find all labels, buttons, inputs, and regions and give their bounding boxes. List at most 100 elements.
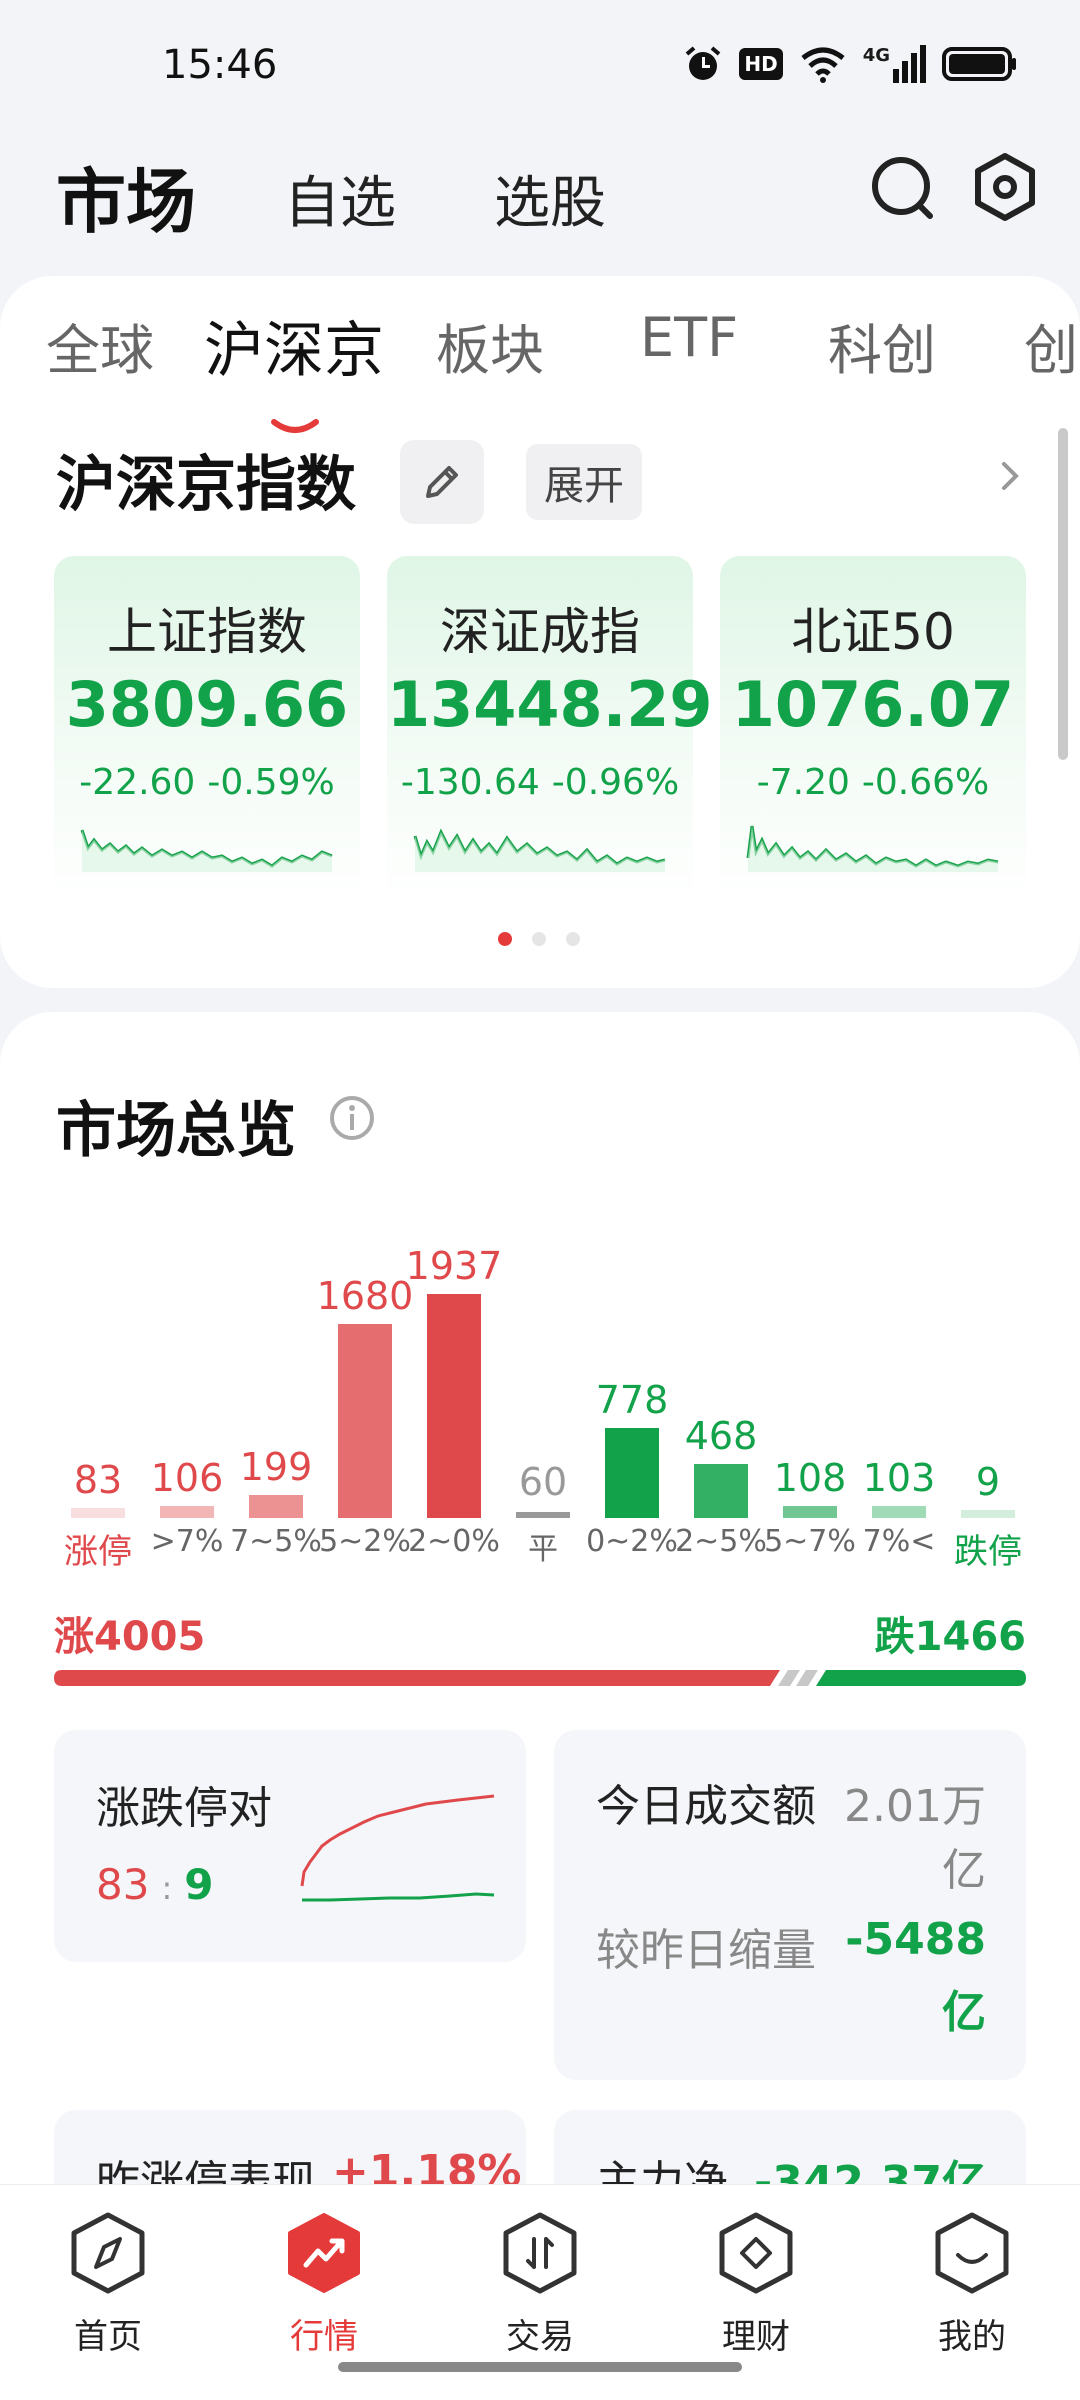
wifi-icon [801, 47, 845, 83]
turnover-compare-value: -5488 [845, 1914, 986, 1965]
distribution-count: 83 [73, 1458, 123, 1502]
distribution-category: 5~7% [764, 1524, 856, 1559]
limit-pair-tile[interactable]: 涨跌停对 83:9 [54, 1730, 526, 1962]
nav-home-label: 首页 [74, 2317, 142, 2357]
active-tab-indicator [271, 419, 319, 433]
distribution-category: 平 [528, 1532, 558, 1567]
index-value: 3809.66 [65, 668, 349, 741]
carousel-dot [566, 932, 580, 946]
turnover-unit: 亿 [942, 1845, 986, 1896]
distribution-category: >7% [150, 1524, 224, 1559]
status-bar: 15:46 HD 4G [0, 0, 1080, 130]
page-title: 市场 [56, 161, 196, 243]
search-icon[interactable] [868, 150, 938, 226]
limit-pair-title: 涨跌停对 [96, 1783, 272, 1834]
index-change: -22.60 -0.59% [54, 762, 360, 803]
distribution-count: 1937 [405, 1244, 503, 1288]
distribution-count: 199 [239, 1445, 313, 1489]
up-count: 涨4005 [54, 1614, 206, 1660]
distribution-count: 60 [518, 1460, 568, 1504]
exchange-icon [503, 2212, 577, 2294]
distribution-category: 涨停 [64, 1532, 132, 1572]
index-change-pct: -0.96% [551, 762, 680, 803]
tab-shanghai-shenzhen-beijing[interactable]: 沪深京 [204, 302, 384, 389]
tab-sectors[interactable]: 板块 [436, 306, 544, 385]
overview-title: 市场总览 [56, 1096, 296, 1166]
index-card-sse[interactable]: 上证指数 3809.66 -22.60 -0.59% [54, 556, 360, 906]
turnover-compare-label: 较昨日缩量 [596, 1925, 816, 1976]
down-count: 跌1466 [874, 1614, 1026, 1660]
limit-up-count: 83 [96, 1860, 150, 1909]
index-change: -7.20 -0.66% [720, 762, 1026, 803]
index-section-title: 沪深京指数 [56, 450, 356, 520]
distribution-bar [338, 1324, 392, 1518]
distribution-bar [160, 1506, 214, 1518]
info-icon[interactable] [328, 1094, 376, 1142]
distribution-category: 跌停 [954, 1532, 1022, 1572]
index-sparkline [746, 825, 999, 872]
hd-badge: HD [739, 48, 783, 80]
index-sparkline [80, 829, 333, 872]
nav-profile[interactable]: 我的 [892, 2211, 1052, 2358]
nav-stock-picker[interactable]: 选股 [494, 158, 606, 239]
limit-pair-values: 83:9 [96, 1860, 213, 1909]
index-change-abs: -7.20 [756, 762, 850, 803]
chevron-right-icon[interactable] [996, 456, 1024, 496]
distribution-category: 7~5% [230, 1524, 322, 1559]
distribution-bar [961, 1510, 1015, 1518]
tab-chinext[interactable]: 创 [1024, 306, 1078, 385]
index-card: 全球 沪深京 板块 ETF 科创 创 沪深京指数 展开 上证指数 3809.66… [0, 276, 1080, 988]
distribution-bar [427, 1294, 481, 1518]
nav-market[interactable]: 行情 [244, 2211, 404, 2358]
distribution-count: 108 [773, 1456, 847, 1500]
tab-etf[interactable]: ETF [640, 306, 738, 369]
network-type: 4G [862, 45, 890, 66]
index-name: 北证50 [791, 603, 955, 661]
nav-market-label: 行情 [290, 2317, 358, 2357]
expand-button[interactable]: 展开 [526, 444, 642, 520]
settings-hexagon-icon[interactable] [970, 150, 1040, 226]
nav-watchlist[interactable]: 自选 [284, 158, 396, 239]
index-name: 深证成指 [440, 603, 640, 661]
nav-trade[interactable]: 交易 [460, 2211, 620, 2358]
tab-global[interactable]: 全球 [46, 306, 154, 385]
nav-wealth-label: 理财 [722, 2317, 790, 2357]
app-header: 市场 自选 选股 [0, 140, 1080, 243]
tab-star-market[interactable]: 科创 [828, 306, 936, 385]
distribution-count: 778 [595, 1378, 669, 1422]
index-change: -130.64 -0.96% [387, 762, 693, 803]
turnover-compare-unit: 亿 [942, 1987, 986, 2038]
home-indicator[interactable] [338, 2362, 742, 2372]
cell-signal-icon: 4G [863, 45, 926, 83]
index-card-bse50[interactable]: 北证50 1076.07 -7.20 -0.66% [720, 556, 1026, 906]
distribution-bar [71, 1508, 125, 1518]
distribution-count: 106 [150, 1456, 224, 1500]
alarm-icon [686, 46, 721, 80]
distribution-bar [783, 1506, 837, 1518]
distribution-count: 9 [975, 1460, 1001, 1504]
distribution-category: 2~0% [408, 1524, 500, 1559]
nav-wealth[interactable]: 理财 [676, 2211, 836, 2358]
index-sparkline [413, 828, 666, 872]
carousel-dots [498, 932, 580, 946]
status-time: 15:46 [162, 42, 278, 88]
index-change-pct: -0.66% [861, 762, 990, 803]
trend-up-icon [288, 2213, 360, 2293]
distribution-count: 1680 [316, 1274, 414, 1318]
nav-home[interactable]: 首页 [28, 2211, 188, 2358]
battery-icon [942, 47, 1016, 81]
index-value: 1076.07 [731, 668, 1015, 741]
distribution-bar [872, 1506, 926, 1518]
distribution-bar [516, 1512, 570, 1518]
turnover-tile[interactable]: 今日成交额 2.01万 亿 较昨日缩量 -5488 亿 [554, 1730, 1026, 2080]
nav-profile-label: 我的 [938, 2317, 1006, 2357]
index-name: 上证指数 [107, 603, 307, 661]
distribution-category: 5~2% [319, 1524, 411, 1559]
edit-button[interactable] [400, 440, 484, 524]
distribution-count: 468 [684, 1414, 758, 1458]
distribution-bar [249, 1495, 303, 1518]
compass-icon [71, 2212, 145, 2294]
pencil-icon [426, 466, 458, 498]
index-card-szse[interactable]: 深证成指 13448.29 -130.64 -0.96% [387, 556, 713, 906]
scrollbar[interactable] [1058, 428, 1068, 760]
